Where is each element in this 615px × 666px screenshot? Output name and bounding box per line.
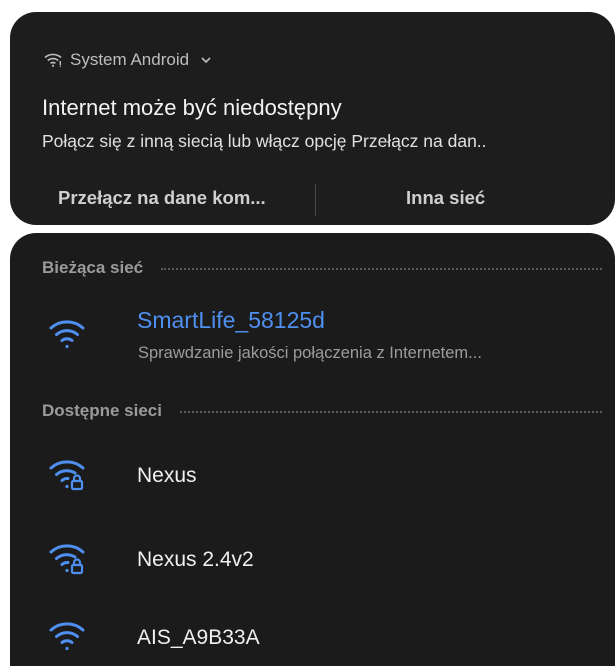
- current-network-row[interactable]: SmartLife_58125d Sprawdzanie jakości poł…: [10, 307, 615, 379]
- notification-actions: Przełącz na dane kom... Inna sieć: [10, 172, 615, 228]
- available-networks-section-header: Dostępne sieci: [42, 401, 602, 421]
- current-network-section-header: Bieżąca sieć: [42, 258, 602, 278]
- chevron-down-icon[interactable]: [199, 55, 213, 65]
- notification-title: Internet może być niedostępny: [42, 95, 342, 120]
- section-divider: [161, 268, 602, 270]
- wifi-lock-icon: [49, 544, 85, 575]
- wifi-network-panel: Bieżąca sieć SmartLife_58125d Sprawdzani…: [10, 233, 615, 666]
- wifi-icon: [49, 622, 85, 651]
- switch-to-mobile-data-button[interactable]: Przełącz na dane kom...: [58, 187, 266, 209]
- action-divider: [315, 184, 316, 216]
- current-network-name: SmartLife_58125d: [137, 307, 325, 333]
- network-row-nexus[interactable]: Nexus: [10, 451, 615, 501]
- current-network-status: Sprawdzanie jakości połączenia z Interne…: [138, 344, 482, 362]
- available-networks-section-label: Dostępne sieci: [42, 401, 162, 420]
- network-name: Nexus 2.4v2: [137, 548, 254, 571]
- current-network-section-label: Bieżąca sieć: [42, 258, 144, 277]
- wifi-lock-icon: [49, 460, 85, 491]
- section-divider: [180, 411, 602, 413]
- notification-header: System Android: [44, 50, 213, 70]
- wifi-small-icon: [44, 53, 62, 67]
- notification-app-name: System Android: [70, 50, 190, 69]
- network-row-ais-a9b33a[interactable]: AIS_A9B33A: [10, 613, 615, 663]
- wifi-icon: [49, 320, 85, 349]
- notification-body: Połącz się z inną siecią lub włącz opcję…: [42, 131, 487, 151]
- network-row-nexus-2-4v2[interactable]: Nexus 2.4v2: [10, 535, 615, 585]
- notification-card[interactable]: System Android Internet może być niedost…: [10, 12, 615, 225]
- other-network-button[interactable]: Inna sieć: [406, 187, 485, 209]
- network-name: AIS_A9B33A: [137, 626, 260, 649]
- network-name: Nexus: [137, 464, 197, 487]
